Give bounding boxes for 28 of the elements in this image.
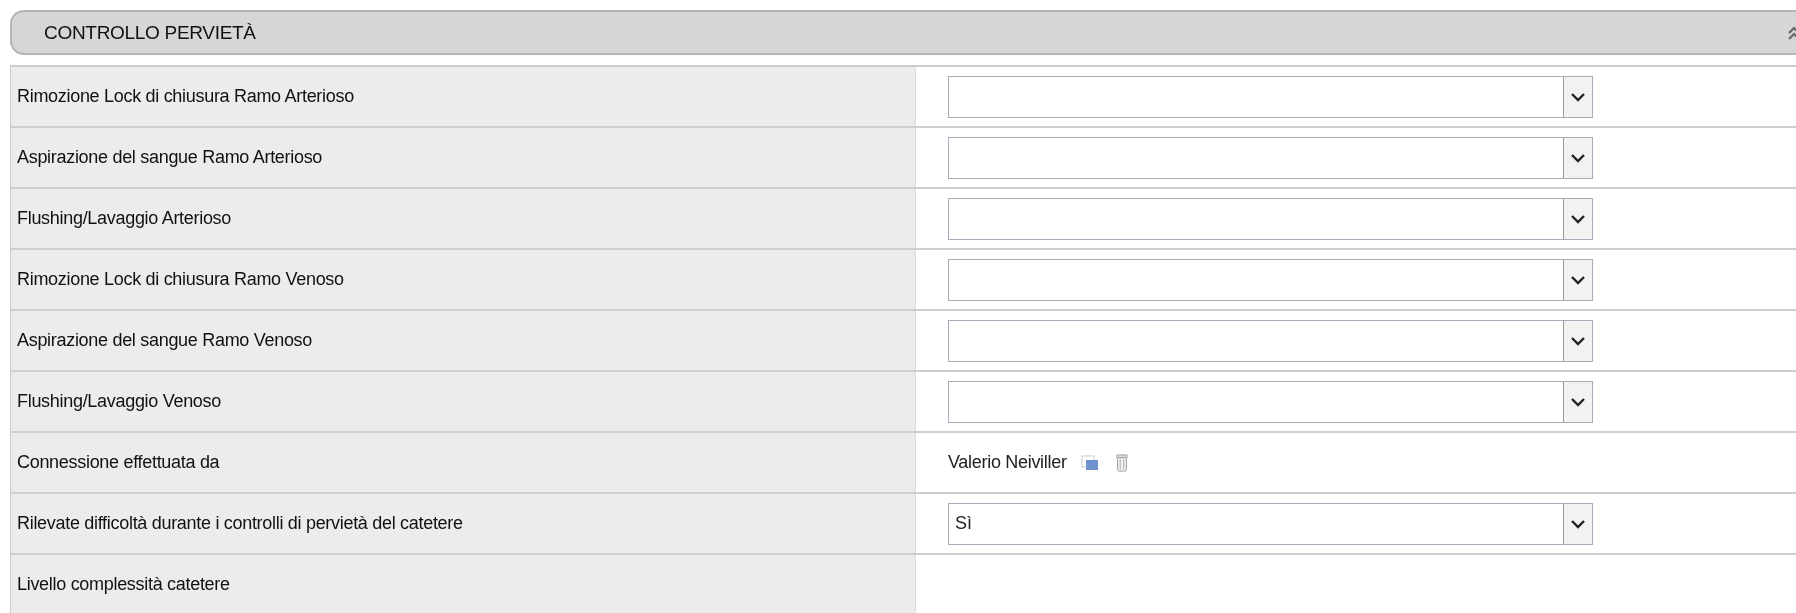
dropdown-field[interactable] (948, 380, 1593, 423)
field-label: Connessione effettuata da (17, 452, 220, 473)
field-label: Aspirazione del sangue Ramo Venoso (17, 330, 312, 351)
dropdown-field[interactable]: Sì (948, 502, 1593, 545)
dropdown-field[interactable] (948, 197, 1593, 240)
field-label: Rilevate difficoltà durante i controlli di pervietà del catetere (17, 513, 463, 534)
chevron-down-icon (1571, 274, 1585, 285)
chevron-down-icon (1571, 518, 1585, 529)
section-title: CONTROLLO PERVIETÀ (44, 21, 256, 44)
window-icon[interactable] (1080, 453, 1099, 472)
user-name: Valerio Neiviller (948, 452, 1067, 473)
chevron-down-icon (1571, 335, 1585, 346)
section-header[interactable]: CONTROLLO PERVIETÀ (10, 10, 1796, 55)
dropdown-field[interactable] (948, 258, 1593, 301)
field-label: Aspirazione del sangue Ramo Arterioso (17, 147, 323, 168)
chevron-down-icon (1571, 152, 1585, 163)
field-label: Rimozione Lock di chiusura Ramo Arterioso (17, 86, 354, 107)
dropdown-field[interactable] (948, 75, 1593, 118)
field-label: Livello complessità catetere (17, 574, 230, 595)
chevron-down-icon (1571, 91, 1585, 102)
chevron-down-icon (1571, 213, 1585, 224)
dropdown-field[interactable] (948, 319, 1593, 362)
chevron-down-icon (1571, 396, 1585, 407)
dropdown-field[interactable] (948, 136, 1593, 179)
collapse-icon[interactable] (1788, 24, 1796, 41)
field-label: Flushing/Lavaggio Venoso (17, 391, 221, 412)
field-label: Rimozione Lock di chiusura Ramo Venoso (17, 269, 344, 290)
field-label: Flushing/Lavaggio Arterioso (17, 208, 232, 229)
